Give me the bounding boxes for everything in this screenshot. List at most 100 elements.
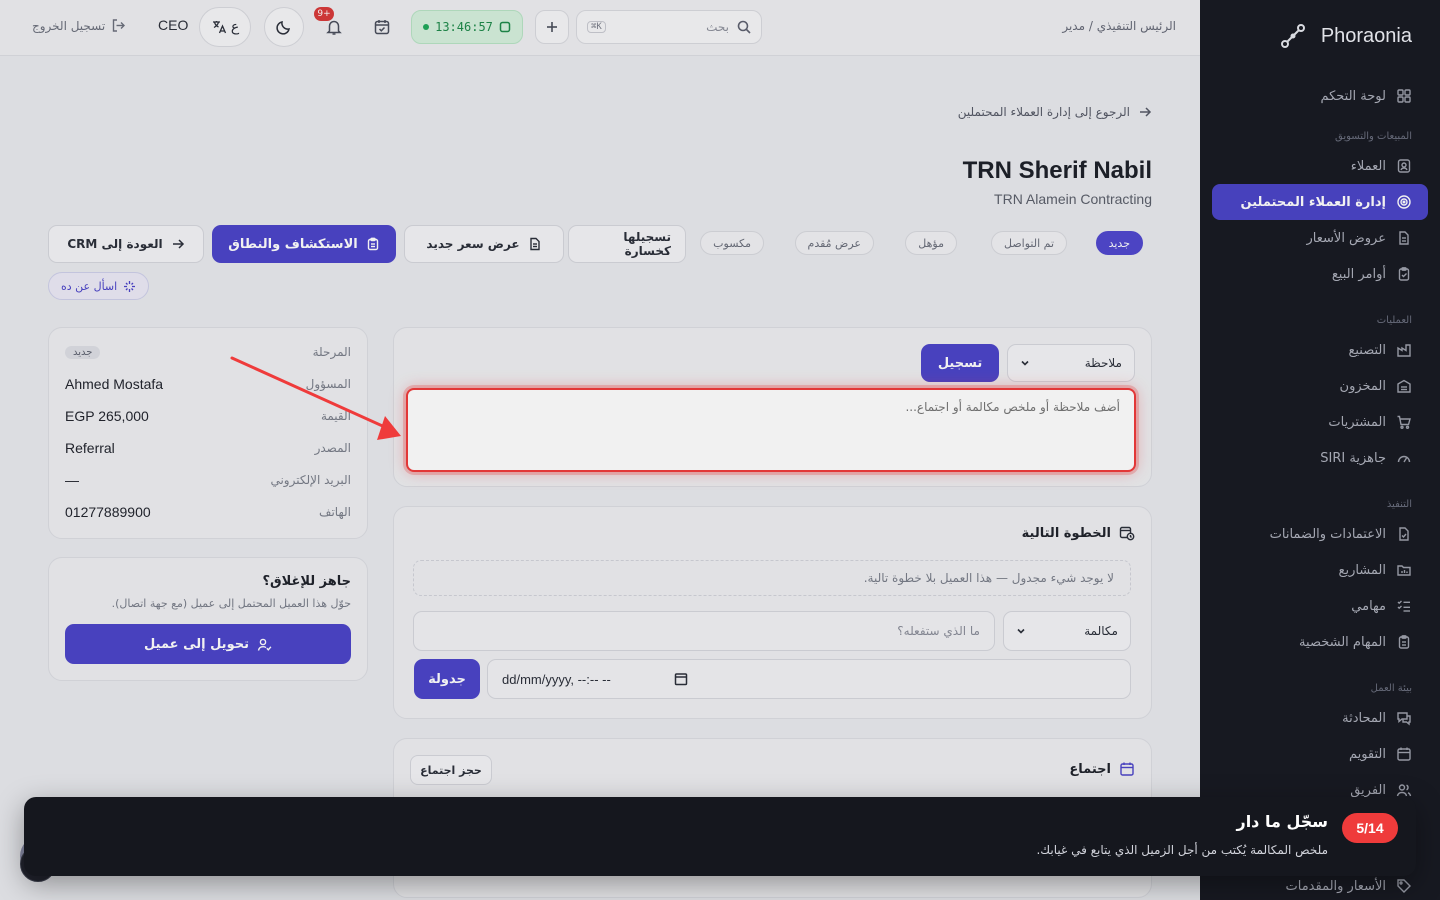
chevron-down-icon: [1021, 360, 1029, 366]
theme-toggle-button[interactable]: [264, 7, 304, 47]
sidebar-item-inventory[interactable]: المخزون: [1212, 368, 1428, 404]
stage-badge: جديد: [65, 345, 101, 359]
calendar-icon: [1120, 762, 1134, 776]
sidebar-item-sales-orders[interactable]: أوامر البيع: [1212, 256, 1428, 292]
factory-icon: [1397, 344, 1411, 357]
info-row-phone: الهاتف 01277889900: [65, 504, 351, 520]
tour-step-description: ملخص المكالمة يُكتب من أجل الزميل الذي ي…: [1036, 843, 1328, 857]
tag-icon: [1397, 879, 1411, 893]
arrow-right-icon: [1140, 107, 1152, 117]
sidebar-item-label: أوامر البيع: [1331, 266, 1386, 282]
brand-name: Phoraonia: [1320, 24, 1412, 47]
session-timer-value: 13:46:57: [435, 20, 493, 34]
ready-to-close-subtitle: حوّل هذا العميل المحتمل إلى عميل (مع جهة…: [111, 597, 351, 610]
checklist-icon: [1397, 600, 1410, 612]
user-check-icon: [257, 638, 272, 651]
grid-icon: [1397, 89, 1411, 103]
sidebar-item-label: جاهزية SIRI: [1320, 450, 1386, 466]
contact-card-icon: [1397, 159, 1411, 173]
activity-type-value: ملاحظة: [1084, 356, 1122, 370]
stage-quoted[interactable]: عرض مُقدم: [794, 231, 874, 255]
calendar-button[interactable]: [365, 10, 399, 44]
back-to-crm-button[interactable]: العودة إلى CRM: [48, 225, 204, 263]
next-step-datetime-input[interactable]: dd/mm/yyyy, --:-- --: [487, 659, 1131, 699]
sidebar-item-guarantees[interactable]: الاعتمادات والضمانات: [1212, 516, 1428, 552]
language-button[interactable]: ع: [199, 7, 251, 47]
sidebar-item-customers[interactable]: العملاء: [1212, 148, 1428, 184]
moon-icon: [276, 21, 290, 35]
next-step-type-select[interactable]: مكالمة: [1003, 611, 1131, 651]
back-to-leads-link[interactable]: الرجوع إلى إدارة العملاء المحتملين: [958, 105, 1152, 119]
ready-to-close-title: جاهز للإغلاق؟: [262, 574, 351, 589]
sidebar-item-personal-tasks[interactable]: المهام الشخصية: [1212, 624, 1428, 660]
stage-qualified[interactable]: مؤهل: [905, 231, 957, 255]
arrow-right-icon: [172, 239, 184, 249]
logout-label: تسجيل الخروج: [32, 18, 106, 33]
schedule-button[interactable]: جدولة: [414, 659, 480, 699]
calendar-clock-icon: [1119, 526, 1135, 541]
sidebar-item-dashboard[interactable]: لوحة التحكم: [1212, 78, 1428, 114]
document-icon: [529, 237, 540, 251]
logout-icon: [113, 19, 126, 32]
main-content: الرجوع إلى إدارة العملاء المحتملين TRN S…: [0, 57, 1200, 900]
next-step-what-input[interactable]: ما الذي ستفعله؟: [413, 611, 995, 651]
sidebar-item-label: العملاء: [1350, 158, 1386, 174]
session-timer[interactable]: 13:46:57: [411, 10, 523, 44]
lead-company: TRN Alamein Contracting: [994, 191, 1152, 207]
tour-step-toast: 5/14 سجّل ما دار ملخص المكالمة يُكتب من …: [24, 797, 1416, 876]
sidebar-item-leads[interactable]: إدارة العملاء المحتملين: [1212, 184, 1428, 220]
search-box[interactable]: بحث K⌘: [576, 10, 762, 44]
activity-note-input[interactable]: [406, 388, 1136, 472]
add-button[interactable]: [535, 10, 569, 44]
sidebar-item-calendar[interactable]: التقويم: [1212, 736, 1428, 772]
sidebar: Phoraonia لوحة التحكم المبيعات والتسويق …: [1200, 0, 1440, 900]
sidebar-item-label: الأسعار والمقدمات: [1285, 878, 1387, 894]
ask-about-this-button[interactable]: اسأل عن ده: [48, 272, 150, 300]
plus-icon: [547, 22, 557, 32]
user-role[interactable]: CEO: [158, 17, 188, 33]
activity-type-select[interactable]: ملاحظة: [1007, 344, 1135, 382]
discovery-button[interactable]: الاستكشاف والنطاق: [212, 225, 396, 263]
tour-step-title: سجّل ما دار: [1236, 812, 1328, 831]
translate-icon: [212, 21, 226, 34]
sidebar-item-label: الاعتمادات والضمانات: [1269, 526, 1386, 542]
sidebar-item-manufacturing[interactable]: التصنيع: [1212, 332, 1428, 368]
ask-chip-label: اسأل عن ده: [61, 279, 118, 293]
sidebar-item-chat[interactable]: المحادثة: [1212, 700, 1428, 736]
back-link-label: الرجوع إلى إدارة العملاء المحتملين: [957, 105, 1130, 119]
status-dot-icon: [423, 24, 430, 30]
sidebar-section-workspace: بيئة العمل: [1370, 683, 1412, 694]
sidebar-item-label: المحادثة: [1342, 710, 1386, 726]
logout-button[interactable]: تسجيل الخروج: [32, 18, 126, 33]
mark-lost-button[interactable]: تسجيلها كخسارة: [568, 225, 686, 263]
notifications-button[interactable]: +9: [314, 7, 351, 44]
book-meeting-button[interactable]: حجز اجتماع: [410, 755, 492, 785]
sidebar-item-label: المشاريع: [1338, 562, 1386, 578]
calendar-icon: [674, 673, 688, 686]
sidebar-item-projects[interactable]: المشاريع: [1212, 552, 1428, 588]
sidebar-item-quotes[interactable]: عروض الأسعار: [1212, 220, 1428, 256]
search-input[interactable]: بحث: [614, 20, 729, 34]
sidebar-item-label: التصنيع: [1348, 342, 1386, 358]
clipboard-list-icon: [1398, 635, 1410, 649]
sidebar-item-purchasing[interactable]: المشتريات: [1212, 404, 1428, 440]
lead-name: TRN Sherif Nabil: [962, 157, 1152, 184]
stage-won[interactable]: مكسوب: [700, 231, 764, 255]
datetime-placeholder: dd/mm/yyyy, --:-- --: [502, 671, 611, 687]
stage-new[interactable]: جديد: [1095, 231, 1143, 255]
ready-to-close-card: جاهز للإغلاق؟ حوّل هذا العميل المحتمل إل…: [48, 557, 368, 681]
brand[interactable]: Phoraonia: [1200, 0, 1440, 72]
new-quote-button[interactable]: عرض سعر جديد: [404, 225, 564, 263]
search-icon: [737, 20, 751, 34]
sidebar-item-siri-readiness[interactable]: جاهزية SIRI: [1212, 440, 1428, 476]
new-quote-label: عرض سعر جديد: [426, 237, 520, 251]
convert-to-customer-button[interactable]: تحويل إلى عميل: [65, 624, 351, 664]
chat-icon: [1397, 712, 1411, 726]
sidebar-item-label: إدارة العملاء المحتملين: [1240, 194, 1386, 210]
file-check-icon: [1399, 527, 1409, 541]
top-bar: الرئيس التنفيذي / مدير بحث K⌘ 13:46:57 +…: [0, 0, 1200, 56]
log-activity-button[interactable]: تسجيل: [921, 344, 999, 382]
sidebar-item-my-tasks[interactable]: مهامي: [1212, 588, 1428, 624]
sidebar-item-label: المخزون: [1339, 378, 1386, 394]
stage-contacted[interactable]: تم التواصل: [990, 231, 1067, 255]
